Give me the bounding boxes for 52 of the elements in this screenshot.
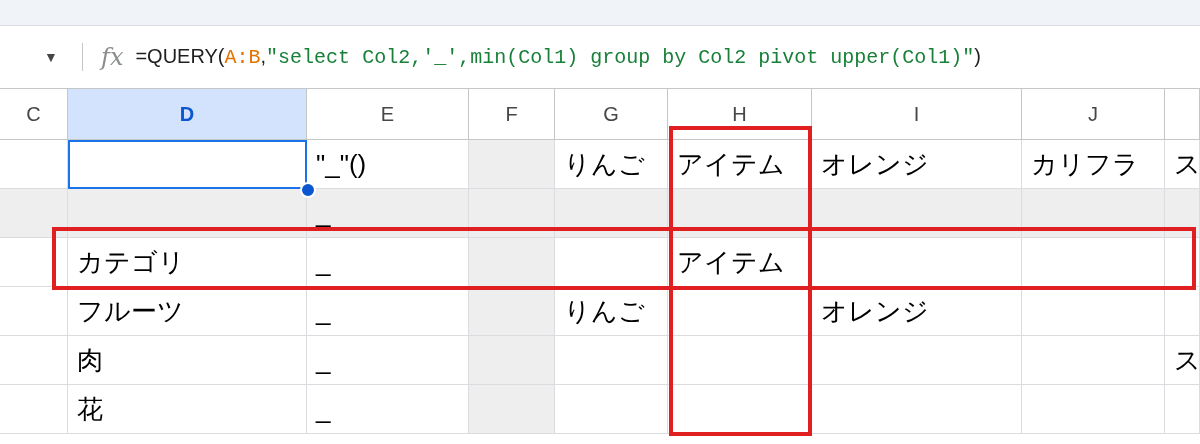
sheet-cell[interactable] — [812, 189, 1022, 238]
sheet-cell[interactable]: ス — [1165, 140, 1200, 189]
sheet-cell[interactable]: _ — [307, 336, 469, 385]
sheet-cell[interactable]: 肉 — [68, 336, 307, 385]
sheet-cell[interactable]: ス — [1165, 336, 1200, 385]
formula-input[interactable]: =QUERY(A:B,"select Col2,'_',min(Col1) group by Col2 pivot upper(Col1)") — [135, 41, 981, 73]
sheet-cell[interactable] — [0, 140, 68, 189]
function-icon: fx — [101, 39, 124, 75]
sheet-cell[interactable]: _ — [307, 189, 469, 238]
sheet-cell[interactable] — [1022, 189, 1165, 238]
sheet-cell[interactable] — [0, 336, 68, 385]
sheet-cell[interactable] — [0, 287, 68, 336]
column-header[interactable]: I — [812, 89, 1022, 140]
sheet-cell[interactable] — [1165, 385, 1200, 434]
column-header[interactable]: C — [0, 89, 68, 140]
sheet-cell[interactable] — [1022, 385, 1165, 434]
sheet-cell[interactable] — [469, 189, 555, 238]
sheet-cell[interactable] — [1165, 287, 1200, 336]
column-header[interactable]: G — [555, 89, 668, 140]
sheet-cell[interactable] — [1022, 287, 1165, 336]
sheet-cell[interactable] — [469, 336, 555, 385]
column-header[interactable]: F — [469, 89, 555, 140]
sheet-cell[interactable]: カリフラ — [1022, 140, 1165, 189]
sheet-cell[interactable] — [555, 336, 668, 385]
sheet-cell[interactable]: りんご — [555, 140, 668, 189]
column-header[interactable]: J — [1022, 89, 1165, 140]
column-header[interactable]: H — [668, 89, 812, 140]
column-header[interactable]: D — [68, 89, 307, 140]
sheet-cell[interactable] — [555, 189, 668, 238]
sheet-cell[interactable] — [812, 336, 1022, 385]
column-header[interactable]: E — [307, 89, 469, 140]
sheet-cell[interactable]: フルーツ — [68, 287, 307, 336]
sheet-cell[interactable]: オレンジ — [812, 140, 1022, 189]
sheet-cell[interactable] — [0, 238, 68, 287]
sheet-cell[interactable]: オレンジ — [812, 287, 1022, 336]
sheet-cell[interactable] — [469, 287, 555, 336]
sheet-cell[interactable] — [469, 140, 555, 189]
sheet-cell[interactable] — [555, 385, 668, 434]
sheet-cell[interactable] — [469, 385, 555, 434]
sheet-cell[interactable] — [0, 189, 68, 238]
sheet-cell[interactable] — [812, 385, 1022, 434]
sheet-cell[interactable]: 花 — [68, 385, 307, 434]
dropdown-caret-icon[interactable]: ▼ — [44, 46, 60, 68]
sheet-cell[interactable] — [68, 189, 307, 238]
sheet-cell[interactable]: _ — [307, 287, 469, 336]
sheet-cell[interactable] — [0, 385, 68, 434]
sheet-cell[interactable] — [1022, 336, 1165, 385]
active-cell[interactable] — [68, 140, 307, 189]
sheet-cell[interactable] — [1165, 189, 1200, 238]
sheet-cell[interactable] — [469, 238, 555, 287]
sheet-cell[interactable]: りんご — [555, 287, 668, 336]
sheet-cell[interactable]: _ — [307, 385, 469, 434]
